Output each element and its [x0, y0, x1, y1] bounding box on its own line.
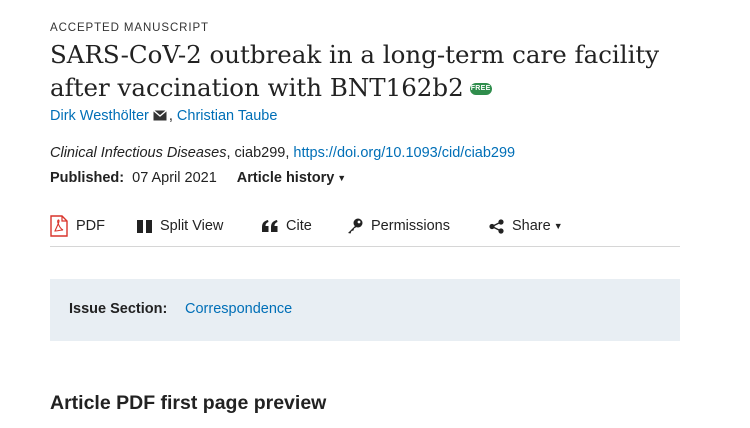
manuscript-status: ACCEPTED MANUSCRIPT: [50, 22, 209, 34]
published-label: Published:: [50, 170, 125, 186]
key-icon: [347, 218, 363, 234]
author-link-taube[interactable]: Christian Taube: [177, 108, 278, 124]
issue-section-link[interactable]: Correspondence: [185, 301, 292, 317]
share-label: Share: [512, 218, 551, 234]
chevron-down-icon: ▼: [337, 173, 347, 183]
author-list: Dirk Westhölter, Christian Taube: [50, 108, 277, 125]
split-view-icon: [137, 219, 152, 233]
publication-row: Published: 07 April 2021 Article history ▼: [50, 170, 346, 186]
share-icon: [489, 218, 504, 234]
article-title-text: SARS-CoV-2 outbreak in a long-term care …: [50, 40, 660, 102]
cite-label: Cite: [286, 218, 312, 234]
pdf-button[interactable]: PDF: [50, 215, 105, 237]
pdf-icon: [50, 215, 68, 237]
pdf-preview-heading: Article PDF first page preview: [50, 392, 327, 414]
pdf-label: PDF: [76, 218, 105, 234]
article-title: SARS-CoV-2 outbreak in a long-term care …: [50, 38, 680, 104]
author-separator: ,: [168, 108, 173, 124]
chevron-down-icon: ▼: [553, 221, 563, 231]
article-history-toggle[interactable]: Article history ▼: [237, 170, 346, 186]
article-history-label: Article history: [236, 170, 335, 186]
published-date: 07 April 2021: [132, 170, 217, 186]
article-id: , ciab299,: [226, 145, 294, 161]
mail-icon[interactable]: [152, 109, 167, 125]
article-toolbar: PDF Split View Cite Permissions Share ▼: [50, 207, 680, 247]
split-view-button[interactable]: Split View: [137, 215, 223, 237]
permissions-button[interactable]: Permissions: [347, 215, 450, 237]
split-view-label: Split View: [160, 218, 224, 234]
permissions-label: Permissions: [371, 218, 450, 234]
cite-button[interactable]: Cite: [262, 215, 312, 237]
author-link-westholter[interactable]: Dirk Westhölter: [50, 108, 149, 124]
free-badge: FREE: [469, 83, 492, 95]
share-button[interactable]: Share ▼: [489, 215, 563, 237]
issue-section-box: Issue Section: Correspondence: [50, 279, 680, 341]
quote-icon: [262, 220, 278, 232]
issue-section-label: Issue Section:: [69, 301, 168, 317]
doi-link[interactable]: https://doi.org/10.1093/cid/ciab299: [293, 145, 515, 161]
citation-line: Clinical Infectious Diseases, ciab299, h…: [50, 145, 515, 161]
journal-name: Clinical Infectious Diseases: [50, 145, 227, 161]
